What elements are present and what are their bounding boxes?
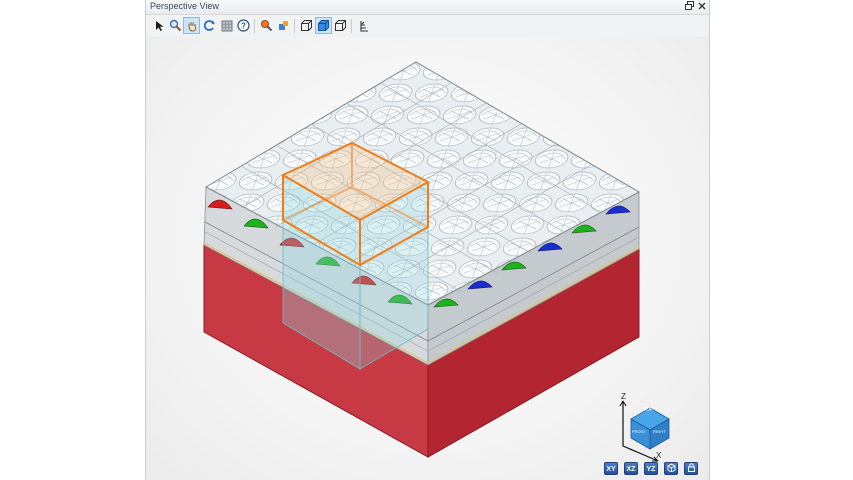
window-title: Perspective View: [150, 1, 219, 11]
solid-box-icon[interactable]: [315, 17, 332, 34]
zoom-icon[interactable]: [167, 17, 184, 34]
view-xz-button[interactable]: XZ: [624, 462, 638, 475]
iso-cube-icon: [667, 463, 675, 473]
pick-tool-icon[interactable]: [258, 17, 275, 34]
rotate-icon[interactable]: [201, 17, 218, 34]
view-cube-front-label: FRONT: [632, 429, 646, 434]
view-xy-button[interactable]: XY: [604, 462, 618, 475]
fit-view-icon[interactable]: [275, 17, 292, 34]
view-iso-button[interactable]: [664, 462, 678, 475]
wireframe-box-icon[interactable]: [298, 17, 315, 34]
svg-text:?: ?: [241, 22, 246, 31]
axis-z-label: Z: [621, 392, 626, 401]
view-cube-top-label: TOP: [643, 407, 654, 413]
view-cube-right-label: RIGHT: [653, 429, 666, 434]
pan-hand-icon[interactable]: [183, 17, 200, 34]
grid-icon[interactable]: [218, 17, 235, 34]
select-arrow-icon[interactable]: [151, 17, 168, 34]
view-yz-button[interactable]: YZ: [644, 462, 658, 475]
3d-viewport[interactable]: Z X TOP FRONT RIGHT XY XZ YZ: [146, 37, 709, 480]
axis-x-label: X: [656, 451, 662, 460]
hidden-line-box-icon[interactable]: [332, 17, 349, 34]
help-icon[interactable]: ?: [235, 17, 252, 34]
section-tool-icon[interactable]: [355, 17, 372, 34]
title-bar: Perspective View: [146, 0, 709, 15]
model-scene: [203, 61, 670, 462]
lock-icon: [687, 463, 695, 472]
toolbar: ?: [146, 15, 709, 37]
close-icon[interactable]: [696, 1, 708, 13]
restore-icon[interactable]: [683, 1, 695, 13]
view-lock-button[interactable]: [684, 462, 698, 475]
perspective-view-window: Perspective View ? Z X TOP FRONT RIGHT X…: [145, 0, 710, 480]
